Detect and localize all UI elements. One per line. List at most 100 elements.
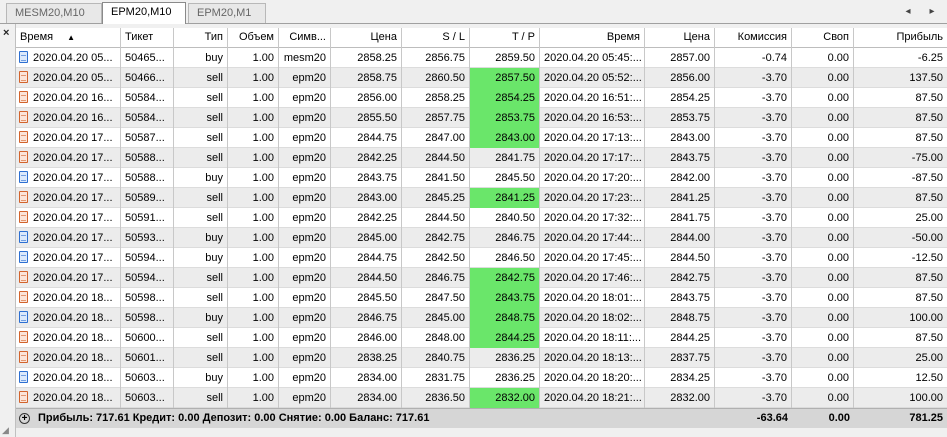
table-row[interactable]: 2020.04.20 05... 50466... sell 1.00 epm20 285… [16,68,947,88]
table-row[interactable]: 2020.04.20 16... 50584... sell 1.00 epm20 285… [16,88,947,108]
cell-volume: 1.00 [228,268,279,288]
cell-tp: 2845.50 [470,168,540,188]
col-header-swap[interactable]: Своп [792,28,854,48]
cell-time: 2020.04.20 18... [16,348,121,368]
cell-time: 2020.04.20 17... [16,188,121,208]
cell-tp: 2846.50 [470,248,540,268]
cell-price: 2855.50 [331,108,402,128]
cell-time-text: 2020.04.20 05... [33,72,113,84]
table-row[interactable]: 2020.04.20 17... 50589... sell 1.00 epm20 284… [16,188,947,208]
sell-order-icon [19,131,28,144]
cell-swap: 0.00 [792,168,854,188]
col-header-time[interactable]: Время ▲ [16,28,121,48]
cell-type: sell [174,108,228,128]
cell-price: 2842.25 [331,208,402,228]
cell-close-time: 2020.04.20 18:21:... [540,388,645,408]
cell-swap: 0.00 [792,208,854,228]
col-header-profit[interactable]: Прибыль [854,28,947,48]
col-header-price[interactable]: Цена [331,28,402,48]
cell-close-price: 2842.00 [645,168,715,188]
cell-tp: 2841.75 [470,148,540,168]
cell-sl: 2857.75 [402,108,470,128]
table-row[interactable]: 2020.04.20 17... 50591... sell 1.00 epm20 284… [16,208,947,228]
cell-time: 2020.04.20 17... [16,128,121,148]
cell-swap: 0.00 [792,228,854,248]
col-header-volume[interactable]: Объем [228,28,279,48]
table-row[interactable]: 2020.04.20 17... 50594... sell 1.00 epm20 284… [16,268,947,288]
col-header-close-price[interactable]: Цена [645,28,715,48]
col-header-close-time[interactable]: Время [540,28,645,48]
resize-grip-icon[interactable]: ◢ [2,425,9,436]
cell-tp: 2857.50 [470,68,540,88]
cell-close-time: 2020.04.20 18:20:... [540,368,645,388]
table-header: Время ▲ Тикет Тип Объем Симв... Цена S / … [16,28,947,48]
cell-time-text: 2020.04.20 18... [33,392,113,404]
cell-swap: 0.00 [792,88,854,108]
table-row[interactable]: 2020.04.20 17... 50588... buy 1.00 epm20 2843… [16,168,947,188]
cell-ticket: 50589... [121,188,174,208]
cell-ticket: 50584... [121,88,174,108]
cell-price: 2856.00 [331,88,402,108]
table-row[interactable]: 2020.04.20 18... 50603... sell 1.00 epm20 283… [16,388,947,408]
profit-total: 781.25 [909,412,943,424]
cell-tp: 2832.00 [470,388,540,408]
cell-profit: -50.00 [911,232,943,244]
table-row[interactable]: 2020.04.20 18... 50603... buy 1.00 epm20 2834… [16,368,947,388]
col-header-commission[interactable]: Комиссия [715,28,792,48]
tab-mesm20-m10[interactable]: MESM20,M10 [6,3,102,23]
cell-price: 2843.00 [331,188,402,208]
table-row[interactable]: 2020.04.20 18... 50598... buy 1.00 epm20 2846… [16,308,947,328]
cell-profit: -6.25 [917,52,943,64]
cell-swap: 0.00 [792,288,854,308]
table-row[interactable]: 2020.04.20 17... 50594... buy 1.00 epm20 2844… [16,248,947,268]
table-row[interactable]: 2020.04.20 18... 50598... sell 1.00 epm20 284… [16,288,947,308]
cell-profit: 100.00 [909,312,943,324]
cell-time-text: 2020.04.20 17... [33,252,113,264]
cell-time: 2020.04.20 17... [16,168,121,188]
table-row[interactable]: 2020.04.20 05... 50465... buy 1.00 mesm20 285… [16,48,947,68]
cell-ticket: 50603... [121,388,174,408]
tab-epm20-m1[interactable]: EPM20,M1 [188,3,266,23]
table-row[interactable]: 2020.04.20 17... 50587... sell 1.00 epm20 284… [16,128,947,148]
cell-profit: 87.50 [915,292,943,304]
expand-plus-icon[interactable]: + [19,413,30,424]
cell-tp: 2848.75 [470,308,540,328]
buy-order-icon [19,371,28,384]
col-header-symbol[interactable]: Симв... [279,28,331,48]
cell-swap: 0.00 [792,268,854,288]
cell-close-price: 2856.00 [645,68,715,88]
cell-sl: 2860.50 [402,68,470,88]
cell-price: 2834.00 [331,388,402,408]
table-row[interactable]: 2020.04.20 17... 50593... buy 1.00 epm20 2845… [16,228,947,248]
col-header-ticket[interactable]: Тикет [121,28,174,48]
col-header-tp[interactable]: T / P [470,28,540,48]
buy-order-icon [19,171,28,184]
cell-sl: 2842.50 [402,248,470,268]
col-header-type[interactable]: Тип [174,28,228,48]
tab-epm20-m10[interactable]: EPM20,M10 [102,2,186,24]
table-row[interactable]: 2020.04.20 18... 50601... sell 1.00 epm20 283… [16,348,947,368]
cell-tp: 2843.75 [470,288,540,308]
table-row[interactable]: 2020.04.20 16... 50584... sell 1.00 epm20 285… [16,108,947,128]
table-row[interactable]: 2020.04.20 17... 50588... sell 1.00 epm20 284… [16,148,947,168]
cell-commission: -3.70 [715,328,792,348]
cell-symbol: mesm20 [279,48,331,68]
cell-time-text: 2020.04.20 17... [33,132,113,144]
cell-symbol: epm20 [279,68,331,88]
cell-symbol: epm20 [279,128,331,148]
cell-time-text: 2020.04.20 17... [33,152,113,164]
cell-commission: -3.70 [715,88,792,108]
buy-order-icon [19,231,28,244]
cell-sl: 2831.75 [402,368,470,388]
cell-close-price: 2844.50 [645,248,715,268]
scroll-tabs-right-icon[interactable]: ▸ [924,4,940,20]
sell-order-icon [19,71,28,84]
sell-order-icon [19,271,28,284]
cell-commission: -3.70 [715,388,792,408]
scroll-tabs-left-icon[interactable]: ◂ [900,4,916,20]
col-header-sl[interactable]: S / L [402,28,470,48]
cell-time: 2020.04.20 18... [16,368,121,388]
table-row[interactable]: 2020.04.20 18... 50600... sell 1.00 epm20 284… [16,328,947,348]
cell-sl: 2847.00 [402,128,470,148]
close-icon[interactable]: × [3,27,9,39]
